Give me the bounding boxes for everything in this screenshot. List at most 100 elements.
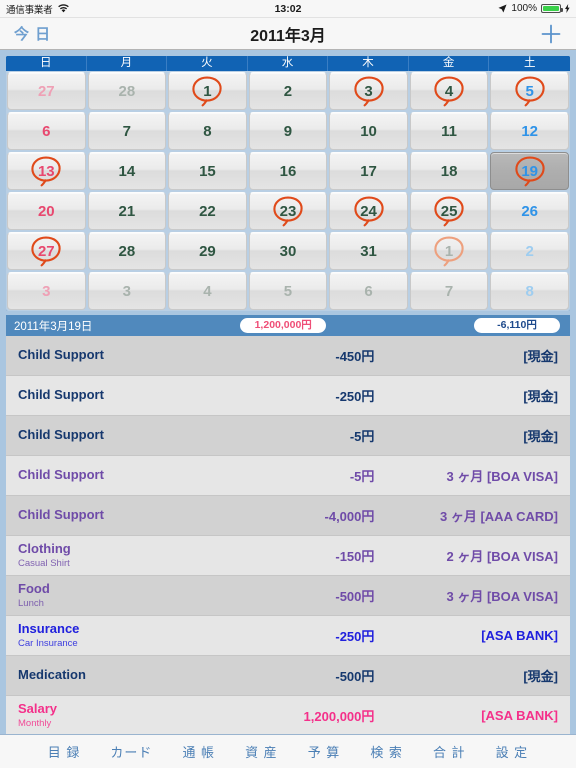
transaction-amount-label: -250円: [335, 389, 375, 404]
calendar-day-cell-1-3[interactable]: 9: [248, 112, 328, 150]
calendar-day-cell-1-2[interactable]: 8: [168, 112, 247, 150]
calendar-day-number: 3: [42, 282, 51, 300]
calendar-day-cell-3-1[interactable]: 21: [87, 192, 167, 230]
calendar-day-cell-5-5[interactable]: 7: [409, 272, 489, 310]
calendar-day-cell-3-2[interactable]: 22: [168, 192, 247, 230]
calendar-weekday-2: 火: [167, 56, 248, 71]
transaction-row[interactable]: Medication -500円 [現金]: [6, 656, 570, 696]
transaction-payment-label: 3 ヶ月 [AAA CARD]: [440, 509, 558, 524]
expense-total-badge: -6,110円: [473, 318, 560, 333]
transaction-row[interactable]: Clothing Casual Shirt -150円 2 ヶ月 [BOA VISA]: [6, 536, 570, 576]
calendar-day-number: 5: [283, 282, 293, 300]
transaction-row[interactable]: Child Support -4,000円 3 ヶ月 [AAA CARD]: [6, 496, 570, 536]
calendar-day-cell-3-6[interactable]: 26: [490, 192, 569, 230]
transaction-row[interactable]: Food Lunch -500円 3 ヶ月 [BOA VISA]: [6, 576, 570, 616]
income-total-badge: 1,200,000円: [240, 318, 327, 333]
tab-0[interactable]: 目 録: [48, 742, 81, 761]
tab-4[interactable]: 予 算: [308, 742, 341, 761]
calendar-day-cell-4-1[interactable]: 28: [87, 232, 167, 270]
transaction-row[interactable]: Child Support -450円 [現金]: [6, 336, 570, 376]
calendar-day-number: 6: [364, 282, 373, 300]
tab-2[interactable]: 通 帳: [182, 742, 215, 761]
calendar-day-cell-4-6[interactable]: 2: [490, 232, 569, 270]
calendar-day-cell-1-5[interactable]: 11: [409, 112, 489, 150]
transaction-row[interactable]: Child Support -5円 [現金]: [6, 416, 570, 456]
calendar-day-cell-2-4[interactable]: 17: [329, 152, 408, 190]
tab-6[interactable]: 合 計: [433, 742, 466, 761]
calendar-day-number: 31: [360, 242, 377, 260]
transaction-category-cell: Child Support: [18, 507, 218, 523]
calendar-day-cell-4-3[interactable]: 30: [248, 232, 328, 270]
calendar-day-cell-2-1[interactable]: 14: [87, 152, 167, 190]
transaction-payment-label: [現金]: [523, 349, 558, 364]
calendar-day-number: 27: [37, 82, 55, 100]
transaction-row[interactable]: Insurance Car Insurance -250円 [ASA BANK]: [6, 616, 570, 656]
transaction-category-label: Medication: [18, 667, 86, 683]
transaction-amount-label: -250円: [335, 629, 375, 644]
tab-5[interactable]: 検 索: [370, 742, 403, 761]
calendar-day-number: 3: [364, 82, 373, 100]
calendar-day-cell-0-6[interactable]: 5: [490, 72, 569, 110]
calendar-day-cell-5-4[interactable]: 6: [329, 272, 408, 310]
transaction-payment-label: [現金]: [523, 669, 558, 684]
calendar-day-cell-0-5[interactable]: 4: [409, 72, 489, 110]
calendar-day-cell-5-6[interactable]: 8: [490, 272, 569, 310]
transaction-row[interactable]: Salary Monthly 1,200,000円 [ASA BANK]: [6, 696, 570, 736]
tab-1[interactable]: カード: [110, 742, 152, 761]
transaction-row[interactable]: Child Support -250円 [現金]: [6, 376, 570, 416]
calendar-day-cell-3-5[interactable]: 25: [409, 192, 489, 230]
calendar-day-cell-4-2[interactable]: 29: [168, 232, 247, 270]
calendar-day-cell-2-6[interactable]: 19: [490, 152, 569, 190]
calendar-day-cell-1-6[interactable]: 12: [490, 112, 569, 150]
calendar-day-cell-0-0[interactable]: 27: [7, 72, 86, 110]
calendar-day-number: 6: [42, 122, 51, 140]
calendar-day-cell-1-0[interactable]: 6: [7, 112, 86, 150]
location-arrow-icon: [498, 4, 507, 13]
calendar-day-cell-5-3[interactable]: 5: [248, 272, 328, 310]
calendar-day-cell-4-4[interactable]: 31: [329, 232, 408, 270]
calendar-day-cell-2-5[interactable]: 18: [409, 152, 489, 190]
calendar-day-cell-3-0[interactable]: 20: [7, 192, 86, 230]
calendar-day-cell-0-4[interactable]: 3: [329, 72, 408, 110]
battery-full-icon: [541, 4, 563, 13]
calendar-day-number: 8: [525, 282, 534, 300]
calendar-day-cell-3-4[interactable]: 24: [329, 192, 408, 230]
calendar-day-number: 15: [199, 162, 216, 180]
calendar-day-cell-5-1[interactable]: 3: [87, 272, 167, 310]
calendar-day-number: 5: [525, 82, 534, 100]
calendar-day-cell-2-3[interactable]: 16: [248, 152, 328, 190]
calendar-week-row: 3 3 4 5 6 7 8: [6, 271, 570, 311]
calendar-day-cell-2-2[interactable]: 15: [168, 152, 247, 190]
calendar-grid: 日月火水木金土 27 28 1 2 3 4 5 6 7 8 9 10 11 12 13 14 15 16 17 18 1…: [6, 56, 570, 311]
transaction-amount-label: -450円: [335, 349, 375, 364]
tab-7[interactable]: 設 定: [496, 742, 529, 761]
calendar-day-cell-4-5[interactable]: 1: [409, 232, 489, 270]
calendar-day-number: 8: [203, 122, 212, 140]
calendar-day-cell-4-0[interactable]: 27: [7, 232, 86, 270]
selected-date-label: 2011年3月19日: [14, 320, 93, 333]
calendar-day-cell-0-3[interactable]: 2: [248, 72, 328, 110]
calendar-day-cell-2-0[interactable]: 13: [7, 152, 86, 190]
transaction-memo-label: Car Insurance: [18, 637, 78, 649]
calendar-week-row: 20 21 22 23 24 25 26: [6, 191, 570, 231]
transaction-row[interactable]: Child Support -5円 3 ヶ月 [BOA VISA]: [6, 456, 570, 496]
transaction-amount-label: 1,200,000円: [303, 709, 375, 724]
calendar-day-cell-3-3[interactable]: 23: [248, 192, 328, 230]
transaction-list[interactable]: Child Support -450円 [現金] Child Support -250円…: [6, 336, 570, 736]
calendar-week-row: 27 28 29 30 31 1 2: [6, 231, 570, 271]
calendar-day-number: 22: [199, 202, 216, 220]
tab-3[interactable]: 資 産: [245, 742, 278, 761]
transaction-category-cell: Child Support: [18, 427, 218, 443]
calendar-day-cell-5-2[interactable]: 4: [168, 272, 247, 310]
transaction-memo-label: Casual Shirt: [18, 557, 70, 569]
calendar-day-cell-0-1[interactable]: 28: [87, 72, 167, 110]
add-entry-button[interactable]: [540, 23, 562, 45]
navigation-bar: 今 日 2011年3月: [0, 18, 576, 50]
calendar-day-cell-1-1[interactable]: 7: [87, 112, 167, 150]
calendar-day-cell-1-4[interactable]: 10: [329, 112, 408, 150]
calendar-day-cell-0-2[interactable]: 1: [168, 72, 247, 110]
calendar-weekday-0: 日: [6, 56, 87, 71]
calendar-day-cell-5-0[interactable]: 3: [7, 272, 86, 310]
transaction-category-label: Child Support: [18, 347, 104, 363]
calendar-day-number: 2: [525, 242, 534, 260]
